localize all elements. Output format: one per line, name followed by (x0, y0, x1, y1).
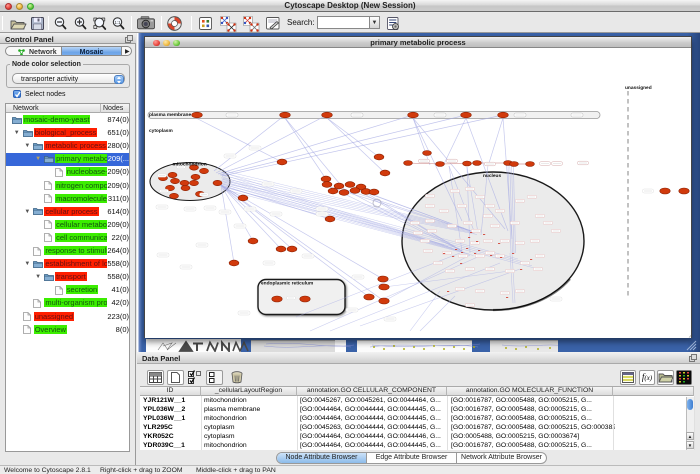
svg-text:nucleus: nucleus (483, 173, 501, 179)
svg-text:unassigned: unassigned (625, 85, 652, 91)
svg-text:plasma membrane: plasma membrane (149, 112, 191, 118)
svg-text:1:1: 1:1 (114, 20, 121, 25)
svg-text:mitochondrion: mitochondrion (173, 162, 207, 168)
svg-text:cytoplasm: cytoplasm (149, 128, 173, 134)
svg-text:endoplasmic reticulum: endoplasmic reticulum (261, 281, 313, 287)
